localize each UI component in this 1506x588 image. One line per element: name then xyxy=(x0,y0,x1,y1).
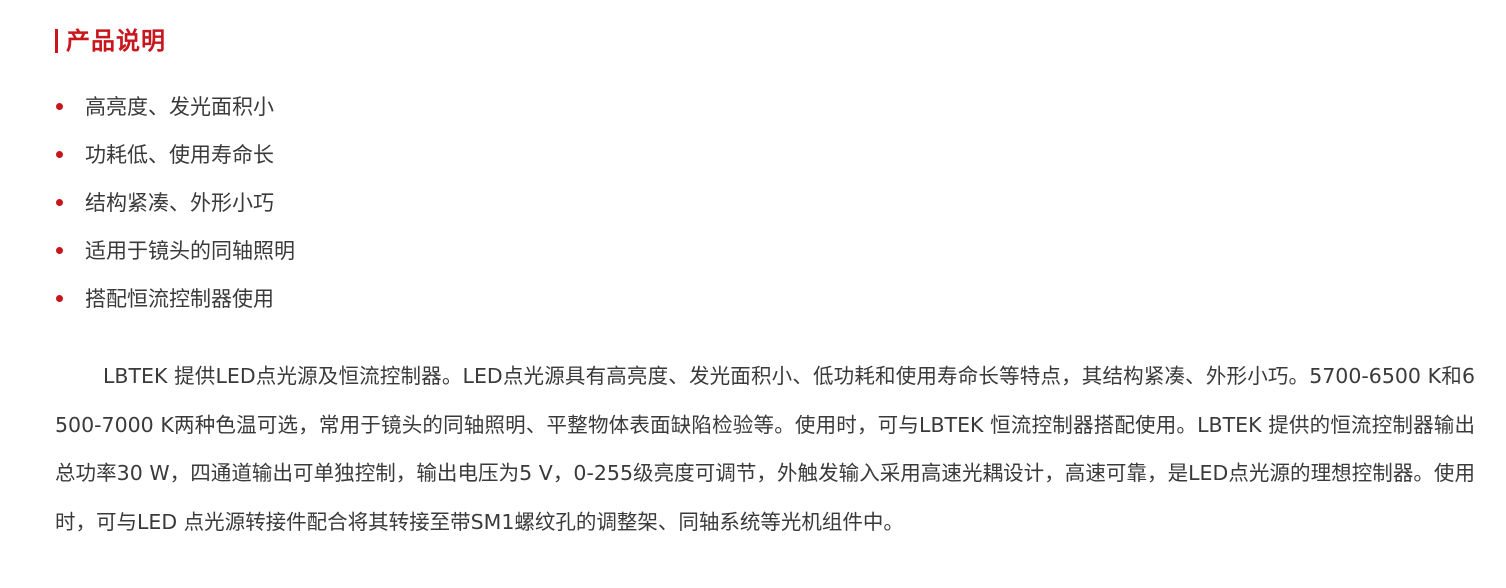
section-title: 产品说明 xyxy=(66,27,166,55)
bullet-dot-icon xyxy=(56,102,63,110)
feature-item: 搭配恒流控制器使用 xyxy=(55,274,295,322)
bullet-dot-icon xyxy=(56,246,63,254)
section-accent-bar xyxy=(55,29,58,53)
feature-text: 高亮度、发光面积小 xyxy=(85,95,274,119)
bullet-dot-icon xyxy=(56,198,63,206)
feature-item: 结构紧凑、外形小巧 xyxy=(55,178,295,226)
feature-item: 功耗低、使用寿命长 xyxy=(55,130,295,178)
section-header: 产品说明 xyxy=(55,24,166,58)
product-description: LBTEK 提供LED点光源及恒流控制器。LED点光源具有高亮度、发光面积小、低… xyxy=(55,364,1475,534)
bullet-dot-icon xyxy=(56,294,63,302)
feature-text: 结构紧凑、外形小巧 xyxy=(85,191,274,215)
feature-text: 适用于镜头的同轴照明 xyxy=(85,239,295,263)
bullet-dot-icon xyxy=(56,150,63,158)
feature-item: 高亮度、发光面积小 xyxy=(55,82,295,130)
feature-text: 搭配恒流控制器使用 xyxy=(85,287,274,311)
feature-item: 适用于镜头的同轴照明 xyxy=(55,226,295,274)
feature-text: 功耗低、使用寿命长 xyxy=(85,143,274,167)
feature-list: 高亮度、发光面积小 功耗低、使用寿命长 结构紧凑、外形小巧 适用于镜头的同轴照明… xyxy=(55,82,295,322)
